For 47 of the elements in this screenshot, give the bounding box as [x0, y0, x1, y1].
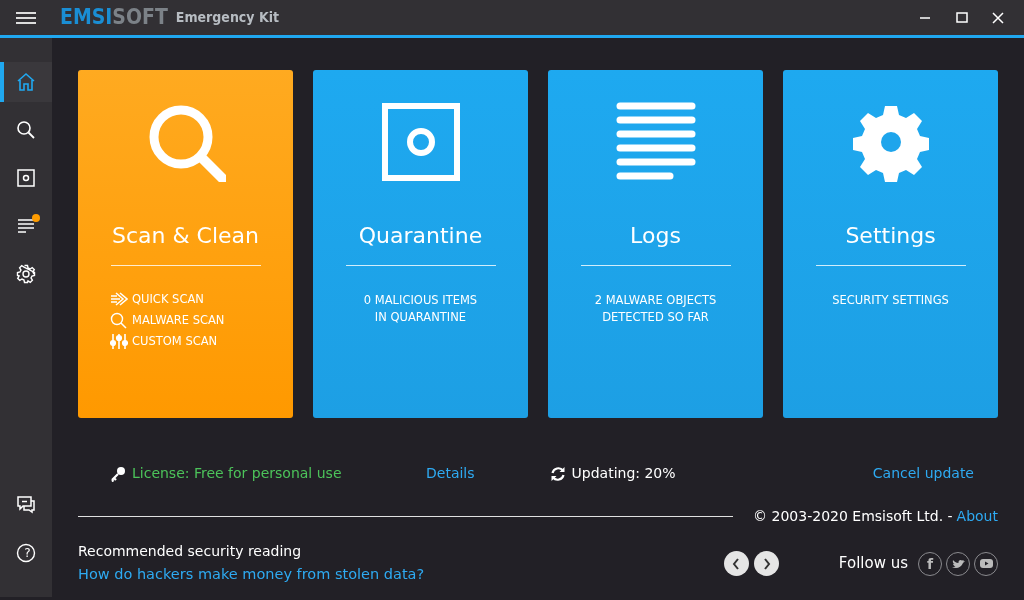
play-icon: [978, 556, 994, 571]
previous-button[interactable]: [723, 551, 749, 576]
list-icon: [16, 216, 36, 236]
follow-us-label: Follow us: [838, 553, 908, 575]
close-icon: [992, 11, 1004, 24]
cancel-update-link[interactable]: Cancel update: [872, 462, 974, 484]
product-name: Emergency Kit: [175, 8, 279, 27]
list-icon: [615, 102, 696, 182]
settings-icon: [16, 264, 36, 284]
sliders-icon: [110, 333, 128, 350]
key-icon: [110, 465, 126, 482]
details-link[interactable]: Details: [426, 462, 475, 484]
menu-icon: [16, 11, 36, 24]
license-status: License: Free for personal use: [132, 463, 342, 483]
tile-title: Logs: [630, 222, 681, 250]
scan-link[interactable]: QUICK SCAN: [132, 290, 204, 309]
tile-description: 0 MALICIOUS ITEMS IN QUARANTINE: [363, 292, 478, 326]
search-icon: [16, 120, 36, 140]
feature-tile[interactable]: Quarantine 0 MALICIOUS ITEMS IN QUARANTINE: [313, 70, 528, 418]
quarantine-icon: [16, 168, 36, 188]
tile-title: Scan & Clean: [111, 222, 260, 250]
home-icon: [16, 72, 36, 92]
sidebar-item[interactable]: ?: [0, 533, 52, 573]
feature-tile[interactable]: Settings SECURITY SETTINGS: [783, 70, 998, 418]
tile-description: 2 MALWARE OBJECTS DETECTED SO FAR: [594, 292, 717, 326]
tile-title: Quarantine: [358, 222, 483, 250]
next-button[interactable]: [753, 551, 779, 576]
feature-tile[interactable]: Scan & Clean QUICK SCAN MALWARE SCAN CUSTOM SCAN: [78, 70, 293, 418]
copyright-text: © 2003-2020 Emsisoft Ltd. -: [753, 507, 953, 526]
tile-title: Settings: [845, 222, 936, 250]
feature-tile[interactable]: Logs 2 MALWARE OBJECTS DETECTED SO FAR: [548, 70, 763, 418]
scan-link[interactable]: MALWARE SCAN: [132, 311, 225, 330]
chat-icon: [16, 495, 36, 515]
help-icon: [16, 543, 36, 563]
reading-label: Recommended security reading: [78, 542, 303, 561]
about-link[interactable]: About: [956, 506, 998, 527]
update-status: Updating: 20%: [571, 463, 676, 483]
refresh-icon: [549, 465, 566, 482]
article-link[interactable]: How do hackers make money from stolen data?: [78, 566, 425, 582]
tile-description: SECURITY SETTINGS: [832, 292, 949, 309]
question-mark: ?: [24, 546, 31, 559]
brand-logo: EMSISOFT: [60, 7, 168, 28]
fast-forward-icon: [110, 291, 128, 308]
quarantine-icon: [380, 102, 461, 182]
maximize-icon: [956, 11, 968, 24]
scan-link[interactable]: CUSTOM SCAN: [132, 332, 218, 351]
search-icon: [110, 312, 128, 329]
